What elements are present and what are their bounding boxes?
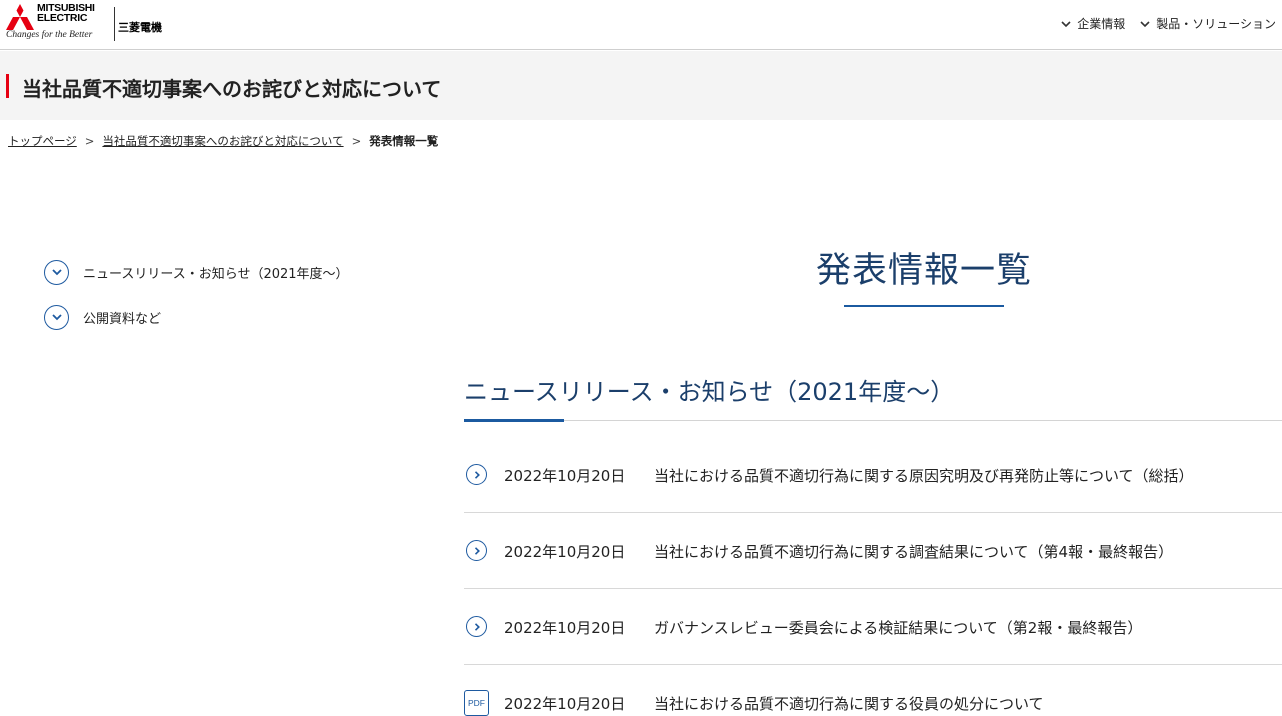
arrow-right-circle-icon [466, 540, 487, 561]
arrow-right-circle-icon [466, 464, 487, 485]
news-title-link[interactable]: 当社における品質不適切行為に関する調査結果について（第4報・最終報告） [654, 541, 1173, 562]
news-item[interactable]: 2022年10月20日 当社における品質不適切行為に関する調査結果について（第4… [464, 513, 1282, 589]
news-title-link[interactable]: 当社における品質不適切行為に関する役員の処分について [654, 693, 1044, 714]
breadcrumb: トップページ > 当社品質不適切事案へのお詫びと対応について > 発表情報一覧 [8, 133, 438, 149]
news-list: 2022年10月20日 当社における品質不適切行為に関する原因究明及び再発防止等… [464, 437, 1282, 716]
side-nav: ニュースリリース・お知らせ（2021年度〜） 公開資料など [44, 259, 349, 349]
sidenav-item-public-documents[interactable]: 公開資料など [44, 304, 349, 330]
pdf-icon: PDF [464, 690, 489, 716]
brand-name-line2: ELECTRIC [37, 12, 88, 24]
news-item[interactable]: PDF 2022年10月20日 当社における品質不適切行為に関する役員の処分につ… [464, 665, 1282, 716]
gnav-products-solutions[interactable]: 製品・ソリューション [1139, 15, 1276, 32]
news-date: 2022年10月20日 [504, 619, 626, 637]
section-divider-accent [464, 419, 564, 422]
sidenav-item-label: 公開資料など [83, 311, 162, 327]
gnav-label: 企業情報 [1077, 17, 1126, 31]
news-date: 2022年10月20日 [504, 543, 626, 561]
breadcrumb-link-quality-issue[interactable]: 当社品質不適切事案へのお詫びと対応について [102, 133, 343, 149]
gnav-corporate-info[interactable]: 企業情報 [1060, 15, 1125, 32]
main-heading: 発表情報一覧 [815, 251, 1032, 291]
site-header: MITSUBISHI ELECTRIC Changes for the Bett… [0, 0, 1282, 50]
sidenav-item-label: ニュースリリース・お知らせ（2021年度〜） [83, 266, 349, 282]
brand-name-jp: 三菱電機 [118, 21, 162, 34]
breadcrumb-link-top[interactable]: トップページ [8, 133, 77, 149]
three-diamonds-logo-icon [6, 4, 34, 30]
main-heading-underline [844, 305, 1004, 307]
breadcrumb-separator: > [351, 134, 362, 148]
logo-divider [114, 7, 115, 41]
chevron-down-icon [1140, 20, 1150, 27]
global-nav: 企業情報 製品・ソリューション [1060, 15, 1276, 32]
section-divider [464, 420, 1282, 421]
chevron-down-circle-icon [44, 259, 69, 285]
news-item[interactable]: 2022年10月20日 当社における品質不適切行為に関する原因究明及び再発防止等… [464, 437, 1282, 513]
news-item[interactable]: 2022年10月20日 ガバナンスレビュー委員会による検証結果について（第2報・… [464, 589, 1282, 665]
page-title: 当社品質不適切事案へのお詫びと対応について [22, 77, 442, 101]
chevron-down-circle-icon [44, 304, 69, 330]
gnav-label: 製品・ソリューション [1156, 17, 1276, 31]
chevron-down-icon [1061, 20, 1071, 27]
page-title-band: 当社品質不適切事案へのお詫びと対応について [0, 51, 1282, 120]
news-date: 2022年10月20日 [504, 467, 626, 485]
breadcrumb-current: 発表情報一覧 [369, 134, 439, 148]
breadcrumb-separator: > [84, 134, 95, 148]
section-heading-news: ニュースリリース・お知らせ（2021年度〜） [464, 378, 955, 406]
arrow-right-circle-icon [466, 616, 487, 637]
title-accent-bar [6, 74, 9, 98]
sidenav-item-news-releases[interactable]: ニュースリリース・お知らせ（2021年度〜） [44, 259, 349, 285]
brand-tagline: Changes for the Better [6, 30, 93, 40]
news-title-link[interactable]: ガバナンスレビュー委員会による検証結果について（第2報・最終報告） [654, 617, 1142, 638]
mitsubishi-logo[interactable]: MITSUBISHI ELECTRIC Changes for the Bett… [6, 3, 166, 45]
news-title-link[interactable]: 当社における品質不適切行為に関する原因究明及び再発防止等について（総括） [654, 465, 1194, 486]
news-date: 2022年10月20日 [504, 695, 626, 713]
